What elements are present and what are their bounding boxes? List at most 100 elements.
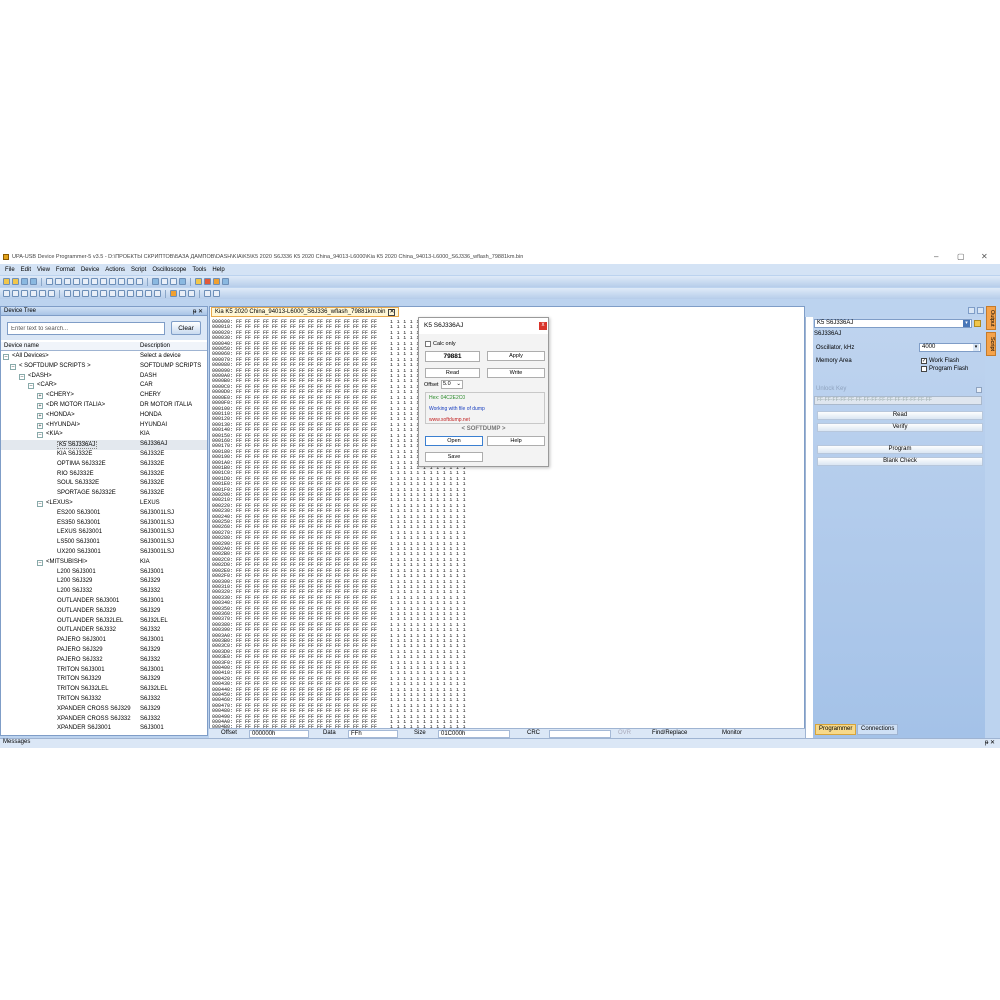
paste-icon[interactable] — [82, 278, 89, 285]
checksum-icon[interactable] — [161, 278, 168, 285]
clear-button[interactable]: Clear — [171, 321, 201, 335]
search-input[interactable] — [7, 322, 165, 335]
marker-icon[interactable] — [179, 290, 186, 297]
tree-row[interactable]: – <KIA> KIA — [1, 430, 207, 440]
find-replace-tab[interactable]: Find/Replace — [652, 730, 687, 736]
menu-file[interactable]: File — [5, 267, 15, 273]
menu-script[interactable]: Script — [131, 267, 146, 273]
highlight-icon[interactable] — [170, 290, 177, 297]
tree-row[interactable]: – < SOFTDUMP SCRIPTS > SOFTDUMP SCRIPTS — [1, 362, 207, 372]
apply-button[interactable]: Apply — [487, 351, 545, 361]
tree-row[interactable]: PAJERO S6J329 S6J329 — [1, 646, 207, 656]
tree-row[interactable]: L200 S6J329 S6J329 — [1, 577, 207, 587]
tree-row[interactable]: OUTLANDER S6J32LEL S6J32LEL — [1, 617, 207, 627]
menu-format[interactable]: Format — [56, 267, 75, 273]
expand-icon[interactable]: + — [37, 393, 43, 400]
status-data-field[interactable]: FFh — [348, 730, 398, 738]
menu-oscilloscope[interactable]: Oscilloscope — [152, 267, 186, 273]
bytes-16-icon[interactable] — [100, 290, 107, 297]
read-button[interactable]: Read — [425, 368, 480, 378]
save-button[interactable]: Save — [425, 452, 483, 462]
collapse-icon[interactable]: – — [28, 383, 34, 390]
tree-row[interactable]: PAJERO S6J332 S6J332 — [1, 656, 207, 666]
collapse-icon[interactable]: – — [3, 354, 9, 360]
work-flash-checkbox[interactable]: ✓ — [921, 358, 927, 364]
monitor-tab[interactable]: Monitor — [722, 730, 742, 736]
tree-row[interactable]: TRITON S6J32LEL S6J32LEL — [1, 685, 207, 695]
select-all-icon[interactable] — [136, 278, 143, 285]
tree-row[interactable]: OUTLANDER S6J332 S6J332 — [1, 626, 207, 636]
stop-icon[interactable] — [204, 278, 211, 285]
tree-row[interactable]: + <HONDA> HONDA — [1, 411, 207, 421]
save-as-icon[interactable] — [30, 278, 37, 285]
open-file-icon[interactable] — [12, 278, 19, 285]
messages-pin-icon[interactable]: ᵽ ✕ — [985, 739, 995, 746]
verify-button[interactable]: Verify — [817, 423, 983, 432]
program-button[interactable]: Program — [817, 445, 983, 454]
redo-icon[interactable] — [55, 278, 62, 285]
bytes-8-icon[interactable] — [91, 290, 98, 297]
align-left-icon[interactable] — [64, 290, 71, 297]
ascii-mode-icon[interactable] — [127, 290, 134, 297]
invert-icon[interactable] — [145, 290, 152, 297]
tree-row[interactable]: TRITON S6J3001 S6J3001 — [1, 666, 207, 676]
blank-check-icon[interactable] — [39, 290, 46, 297]
erase-icon[interactable] — [30, 290, 37, 297]
tree-row[interactable]: OUTLANDER S6J329 S6J329 — [1, 607, 207, 617]
zoom-icon[interactable] — [154, 290, 161, 297]
menu-tools[interactable]: Tools — [192, 267, 206, 273]
tab-output[interactable]: Output — [986, 306, 996, 330]
tree-row[interactable]: TRITON S6J329 S6J329 — [1, 675, 207, 685]
new-file-icon[interactable] — [3, 278, 10, 285]
menu-help[interactable]: Help — [212, 267, 224, 273]
align-right-icon[interactable] — [82, 290, 89, 297]
tree-row[interactable]: ES350 S6J3001 S6J3001LSJ — [1, 519, 207, 529]
mileage-value[interactable]: 79881 — [425, 351, 480, 362]
settings-icon[interactable] — [213, 278, 220, 285]
hex-mode-icon[interactable] — [118, 290, 125, 297]
align-center-icon[interactable] — [73, 290, 80, 297]
minimize-button[interactable]: – — [934, 252, 938, 261]
bookmark-icon[interactable] — [127, 278, 134, 285]
bytes-32-icon[interactable] — [109, 290, 116, 297]
delete-icon[interactable] — [91, 278, 98, 285]
print-icon[interactable] — [179, 278, 186, 285]
tab-programmer[interactable]: Programmer — [815, 724, 857, 735]
hex-dump[interactable]: 000000: FF FF FF FF FF FF FF FF FF FF FF… — [212, 319, 377, 736]
fill-icon[interactable] — [170, 278, 177, 285]
write-icon[interactable] — [12, 290, 19, 297]
offset-select[interactable]: 5.0 ⌄ — [441, 380, 463, 389]
menu-edit[interactable]: Edit — [21, 267, 31, 273]
save-file-icon[interactable] — [21, 278, 28, 285]
tree-row[interactable]: + <HYUNDAI> HYUNDAI — [1, 421, 207, 431]
panel-left-icon[interactable] — [204, 290, 211, 297]
collapse-icon[interactable]: – — [10, 363, 16, 370]
status-crc-field[interactable] — [549, 730, 611, 738]
file-tab[interactable]: Kia K5 2020 China_94013-L6000_S6J336_wfl… — [211, 307, 400, 317]
tree-row[interactable]: OUTLANDER S6J3001 S6J3001 — [1, 597, 207, 607]
collapse-icon[interactable]: – — [37, 559, 43, 566]
tree-row[interactable]: L200 S6J332 S6J332 — [1, 587, 207, 597]
device-select[interactable]: K5 S6J336AJ ▾ — [814, 319, 972, 328]
tree-row[interactable]: PAJERO S6J3001 S6J3001 — [1, 636, 207, 646]
close-button[interactable]: ✕ — [981, 252, 988, 261]
open-button[interactable]: Open — [425, 436, 483, 446]
tree-row[interactable]: – <CAR> CAR — [1, 381, 207, 391]
undo-icon[interactable] — [46, 278, 53, 285]
tree-row[interactable]: RIO S6J332E S6J332E — [1, 470, 207, 480]
tree-row[interactable]: XPANDER CROSS S6J329 S6J329 — [1, 705, 207, 715]
tree-row[interactable]: – <LEXUS> LEXUS — [1, 499, 207, 509]
pane-close-icon[interactable] — [977, 307, 984, 314]
program-flash-checkbox[interactable] — [921, 366, 927, 372]
menu-actions[interactable]: Actions — [105, 267, 125, 273]
tree-row[interactable]: UX200 S6J3001 S6J3001LSJ — [1, 548, 207, 558]
tree-row[interactable]: XPANDER S6J3001 S6J3001 — [1, 724, 207, 734]
tree-row[interactable]: KIA S6J332E S6J332E — [1, 450, 207, 460]
pane-maximize-icon[interactable] — [968, 307, 975, 314]
dialog-close-button[interactable]: x — [539, 322, 547, 330]
read-flash-button[interactable]: Read — [817, 411, 983, 420]
script-icon[interactable] — [195, 278, 202, 285]
col-description[interactable]: Description — [140, 343, 170, 349]
collapse-icon[interactable]: – — [19, 373, 25, 380]
expand-icon[interactable]: + — [37, 403, 43, 409]
